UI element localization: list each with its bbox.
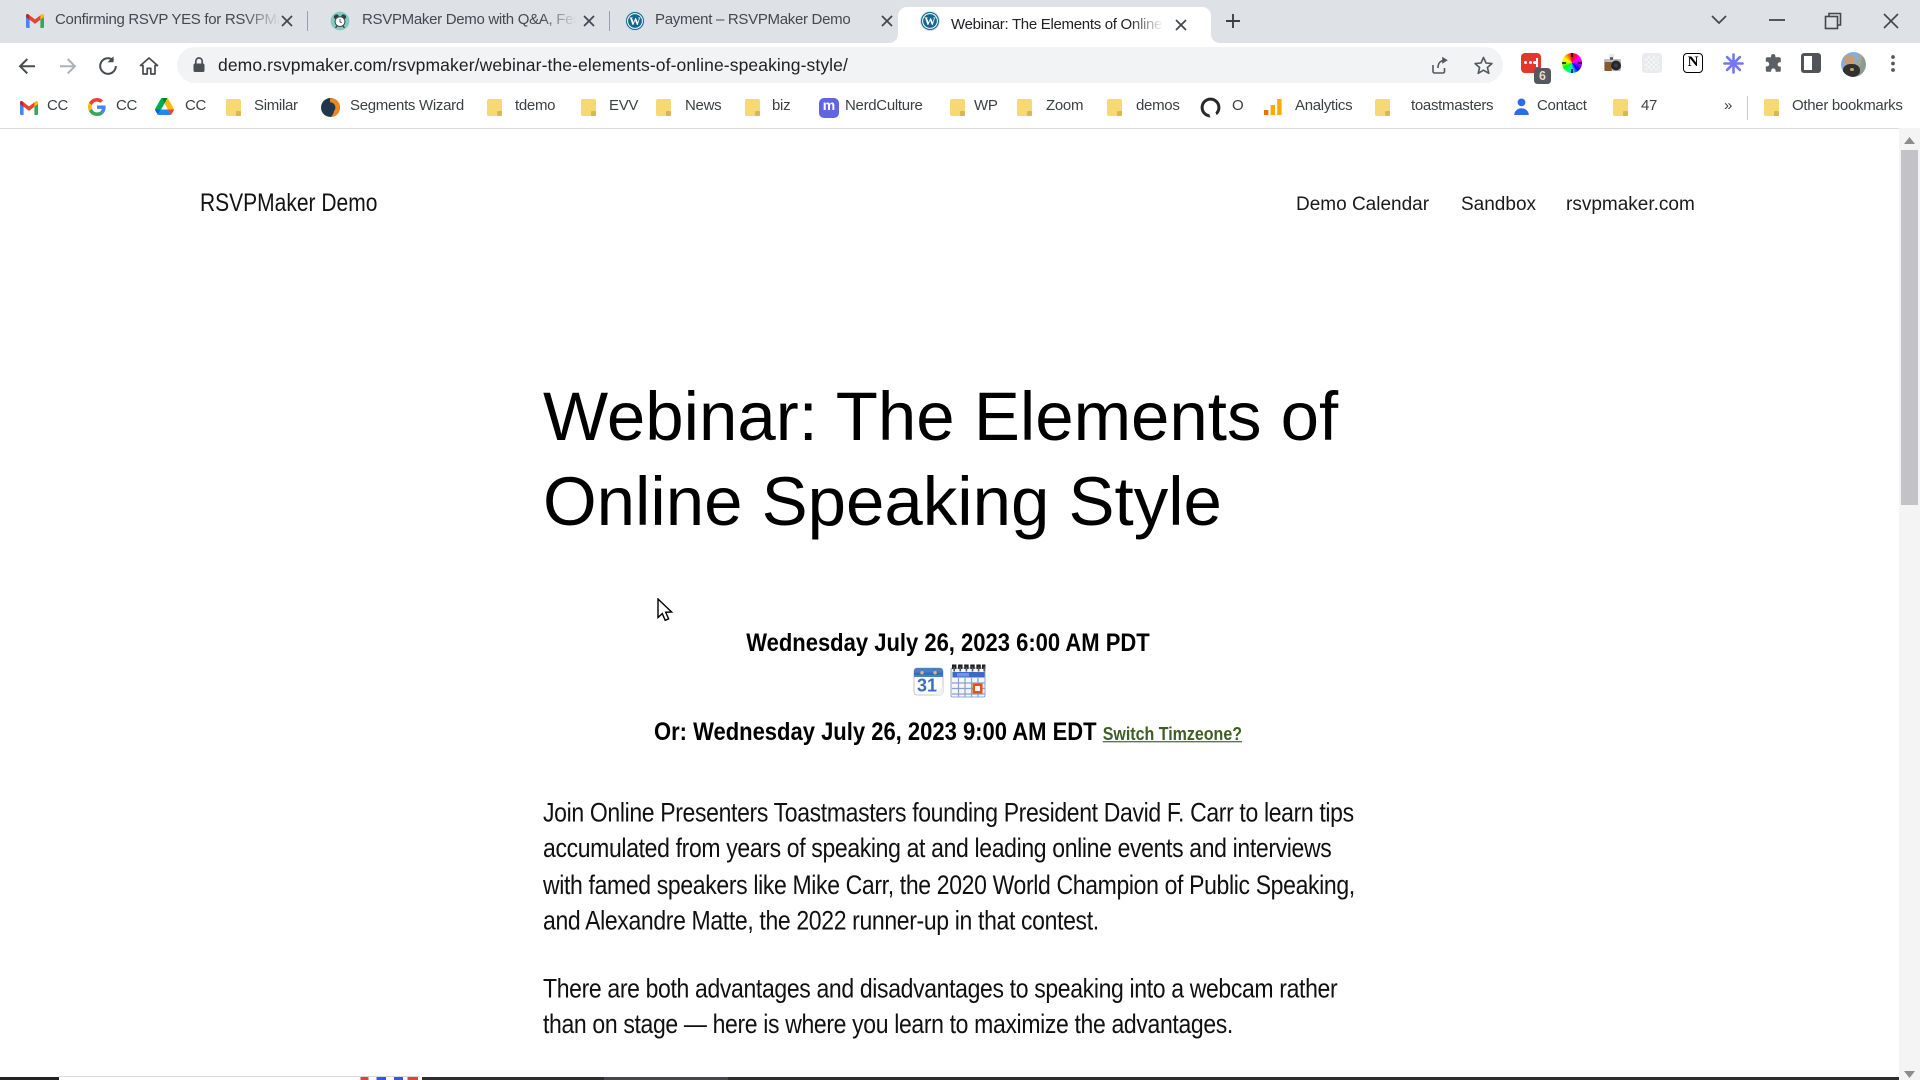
- svg-text:31: 31: [917, 676, 937, 696]
- svg-text:W: W: [629, 16, 641, 28]
- svg-text:W: W: [924, 16, 936, 28]
